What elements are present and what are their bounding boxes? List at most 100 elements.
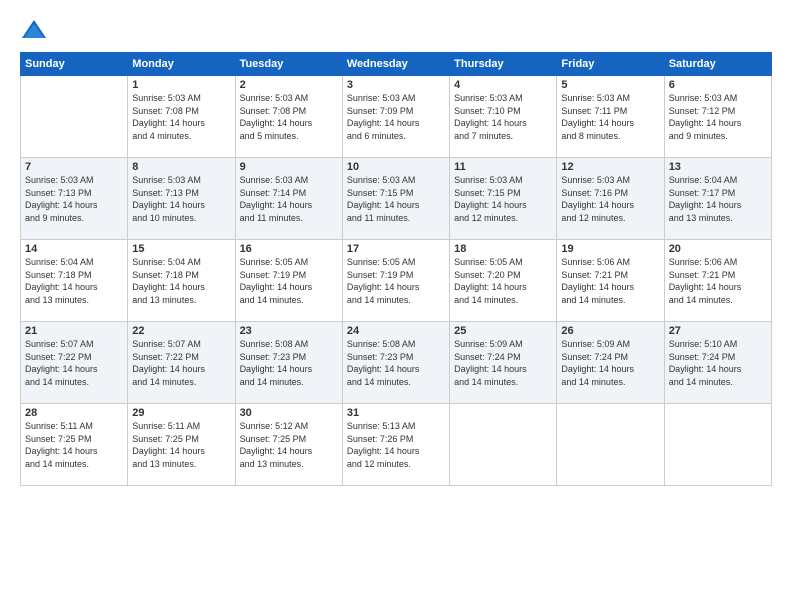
calendar-cell: 23Sunrise: 5:08 AM Sunset: 7:23 PM Dayli… — [235, 322, 342, 404]
day-number: 31 — [347, 407, 445, 419]
col-header-wednesday: Wednesday — [342, 53, 449, 76]
day-info: Sunrise: 5:05 AM Sunset: 7:20 PM Dayligh… — [454, 256, 552, 306]
calendar-cell: 29Sunrise: 5:11 AM Sunset: 7:25 PM Dayli… — [128, 404, 235, 486]
calendar-cell: 20Sunrise: 5:06 AM Sunset: 7:21 PM Dayli… — [664, 240, 771, 322]
day-info: Sunrise: 5:03 AM Sunset: 7:08 PM Dayligh… — [132, 92, 230, 142]
day-info: Sunrise: 5:03 AM Sunset: 7:08 PM Dayligh… — [240, 92, 338, 142]
day-number: 29 — [132, 407, 230, 419]
page: SundayMondayTuesdayWednesdayThursdayFrid… — [0, 0, 792, 612]
day-number: 20 — [669, 243, 767, 255]
calendar-cell — [21, 76, 128, 158]
calendar-cell: 16Sunrise: 5:05 AM Sunset: 7:19 PM Dayli… — [235, 240, 342, 322]
calendar-cell: 8Sunrise: 5:03 AM Sunset: 7:13 PM Daylig… — [128, 158, 235, 240]
day-number: 30 — [240, 407, 338, 419]
calendar-cell — [557, 404, 664, 486]
day-number: 11 — [454, 161, 552, 173]
day-info: Sunrise: 5:07 AM Sunset: 7:22 PM Dayligh… — [25, 338, 123, 388]
day-info: Sunrise: 5:03 AM Sunset: 7:11 PM Dayligh… — [561, 92, 659, 142]
day-info: Sunrise: 5:03 AM Sunset: 7:15 PM Dayligh… — [454, 174, 552, 224]
header — [20, 16, 772, 44]
calendar-cell — [664, 404, 771, 486]
calendar-cell: 21Sunrise: 5:07 AM Sunset: 7:22 PM Dayli… — [21, 322, 128, 404]
calendar-header-row: SundayMondayTuesdayWednesdayThursdayFrid… — [21, 53, 772, 76]
day-info: Sunrise: 5:04 AM Sunset: 7:18 PM Dayligh… — [132, 256, 230, 306]
calendar-cell — [450, 404, 557, 486]
col-header-monday: Monday — [128, 53, 235, 76]
day-number: 17 — [347, 243, 445, 255]
calendar-cell: 22Sunrise: 5:07 AM Sunset: 7:22 PM Dayli… — [128, 322, 235, 404]
logo-icon — [20, 16, 48, 44]
day-number: 18 — [454, 243, 552, 255]
day-number: 27 — [669, 325, 767, 337]
calendar-row-3: 21Sunrise: 5:07 AM Sunset: 7:22 PM Dayli… — [21, 322, 772, 404]
day-info: Sunrise: 5:03 AM Sunset: 7:10 PM Dayligh… — [454, 92, 552, 142]
day-info: Sunrise: 5:11 AM Sunset: 7:25 PM Dayligh… — [132, 420, 230, 470]
calendar-cell: 13Sunrise: 5:04 AM Sunset: 7:17 PM Dayli… — [664, 158, 771, 240]
calendar-row-1: 7Sunrise: 5:03 AM Sunset: 7:13 PM Daylig… — [21, 158, 772, 240]
day-info: Sunrise: 5:09 AM Sunset: 7:24 PM Dayligh… — [454, 338, 552, 388]
day-info: Sunrise: 5:05 AM Sunset: 7:19 PM Dayligh… — [240, 256, 338, 306]
day-number: 1 — [132, 79, 230, 91]
day-number: 7 — [25, 161, 123, 173]
calendar-cell: 7Sunrise: 5:03 AM Sunset: 7:13 PM Daylig… — [21, 158, 128, 240]
calendar-cell: 18Sunrise: 5:05 AM Sunset: 7:20 PM Dayli… — [450, 240, 557, 322]
day-info: Sunrise: 5:08 AM Sunset: 7:23 PM Dayligh… — [347, 338, 445, 388]
day-info: Sunrise: 5:03 AM Sunset: 7:16 PM Dayligh… — [561, 174, 659, 224]
calendar-cell: 11Sunrise: 5:03 AM Sunset: 7:15 PM Dayli… — [450, 158, 557, 240]
day-number: 25 — [454, 325, 552, 337]
day-info: Sunrise: 5:03 AM Sunset: 7:15 PM Dayligh… — [347, 174, 445, 224]
day-info: Sunrise: 5:03 AM Sunset: 7:13 PM Dayligh… — [25, 174, 123, 224]
calendar-cell: 24Sunrise: 5:08 AM Sunset: 7:23 PM Dayli… — [342, 322, 449, 404]
calendar-cell: 26Sunrise: 5:09 AM Sunset: 7:24 PM Dayli… — [557, 322, 664, 404]
col-header-sunday: Sunday — [21, 53, 128, 76]
calendar-cell: 3Sunrise: 5:03 AM Sunset: 7:09 PM Daylig… — [342, 76, 449, 158]
day-number: 5 — [561, 79, 659, 91]
logo — [20, 16, 52, 44]
day-info: Sunrise: 5:06 AM Sunset: 7:21 PM Dayligh… — [669, 256, 767, 306]
calendar-row-0: 1Sunrise: 5:03 AM Sunset: 7:08 PM Daylig… — [21, 76, 772, 158]
day-number: 15 — [132, 243, 230, 255]
calendar-cell: 1Sunrise: 5:03 AM Sunset: 7:08 PM Daylig… — [128, 76, 235, 158]
col-header-thursday: Thursday — [450, 53, 557, 76]
day-number: 16 — [240, 243, 338, 255]
day-info: Sunrise: 5:12 AM Sunset: 7:25 PM Dayligh… — [240, 420, 338, 470]
day-info: Sunrise: 5:03 AM Sunset: 7:09 PM Dayligh… — [347, 92, 445, 142]
day-number: 3 — [347, 79, 445, 91]
calendar-cell: 28Sunrise: 5:11 AM Sunset: 7:25 PM Dayli… — [21, 404, 128, 486]
day-info: Sunrise: 5:03 AM Sunset: 7:14 PM Dayligh… — [240, 174, 338, 224]
calendar-cell: 5Sunrise: 5:03 AM Sunset: 7:11 PM Daylig… — [557, 76, 664, 158]
day-number: 28 — [25, 407, 123, 419]
day-info: Sunrise: 5:08 AM Sunset: 7:23 PM Dayligh… — [240, 338, 338, 388]
calendar-cell: 17Sunrise: 5:05 AM Sunset: 7:19 PM Dayli… — [342, 240, 449, 322]
day-info: Sunrise: 5:13 AM Sunset: 7:26 PM Dayligh… — [347, 420, 445, 470]
col-header-tuesday: Tuesday — [235, 53, 342, 76]
col-header-friday: Friday — [557, 53, 664, 76]
day-info: Sunrise: 5:06 AM Sunset: 7:21 PM Dayligh… — [561, 256, 659, 306]
day-number: 9 — [240, 161, 338, 173]
calendar-row-4: 28Sunrise: 5:11 AM Sunset: 7:25 PM Dayli… — [21, 404, 772, 486]
col-header-saturday: Saturday — [664, 53, 771, 76]
day-number: 2 — [240, 79, 338, 91]
day-number: 21 — [25, 325, 123, 337]
calendar-cell: 30Sunrise: 5:12 AM Sunset: 7:25 PM Dayli… — [235, 404, 342, 486]
day-number: 4 — [454, 79, 552, 91]
calendar-cell: 4Sunrise: 5:03 AM Sunset: 7:10 PM Daylig… — [450, 76, 557, 158]
day-info: Sunrise: 5:03 AM Sunset: 7:12 PM Dayligh… — [669, 92, 767, 142]
day-info: Sunrise: 5:04 AM Sunset: 7:17 PM Dayligh… — [669, 174, 767, 224]
day-number: 12 — [561, 161, 659, 173]
calendar-table: SundayMondayTuesdayWednesdayThursdayFrid… — [20, 52, 772, 486]
calendar-cell: 19Sunrise: 5:06 AM Sunset: 7:21 PM Dayli… — [557, 240, 664, 322]
calendar-cell: 25Sunrise: 5:09 AM Sunset: 7:24 PM Dayli… — [450, 322, 557, 404]
day-number: 19 — [561, 243, 659, 255]
calendar-cell: 15Sunrise: 5:04 AM Sunset: 7:18 PM Dayli… — [128, 240, 235, 322]
day-info: Sunrise: 5:10 AM Sunset: 7:24 PM Dayligh… — [669, 338, 767, 388]
calendar-cell: 27Sunrise: 5:10 AM Sunset: 7:24 PM Dayli… — [664, 322, 771, 404]
day-number: 14 — [25, 243, 123, 255]
day-number: 22 — [132, 325, 230, 337]
calendar-cell: 14Sunrise: 5:04 AM Sunset: 7:18 PM Dayli… — [21, 240, 128, 322]
day-info: Sunrise: 5:11 AM Sunset: 7:25 PM Dayligh… — [25, 420, 123, 470]
day-info: Sunrise: 5:04 AM Sunset: 7:18 PM Dayligh… — [25, 256, 123, 306]
calendar-cell: 31Sunrise: 5:13 AM Sunset: 7:26 PM Dayli… — [342, 404, 449, 486]
day-number: 6 — [669, 79, 767, 91]
calendar-cell: 12Sunrise: 5:03 AM Sunset: 7:16 PM Dayli… — [557, 158, 664, 240]
